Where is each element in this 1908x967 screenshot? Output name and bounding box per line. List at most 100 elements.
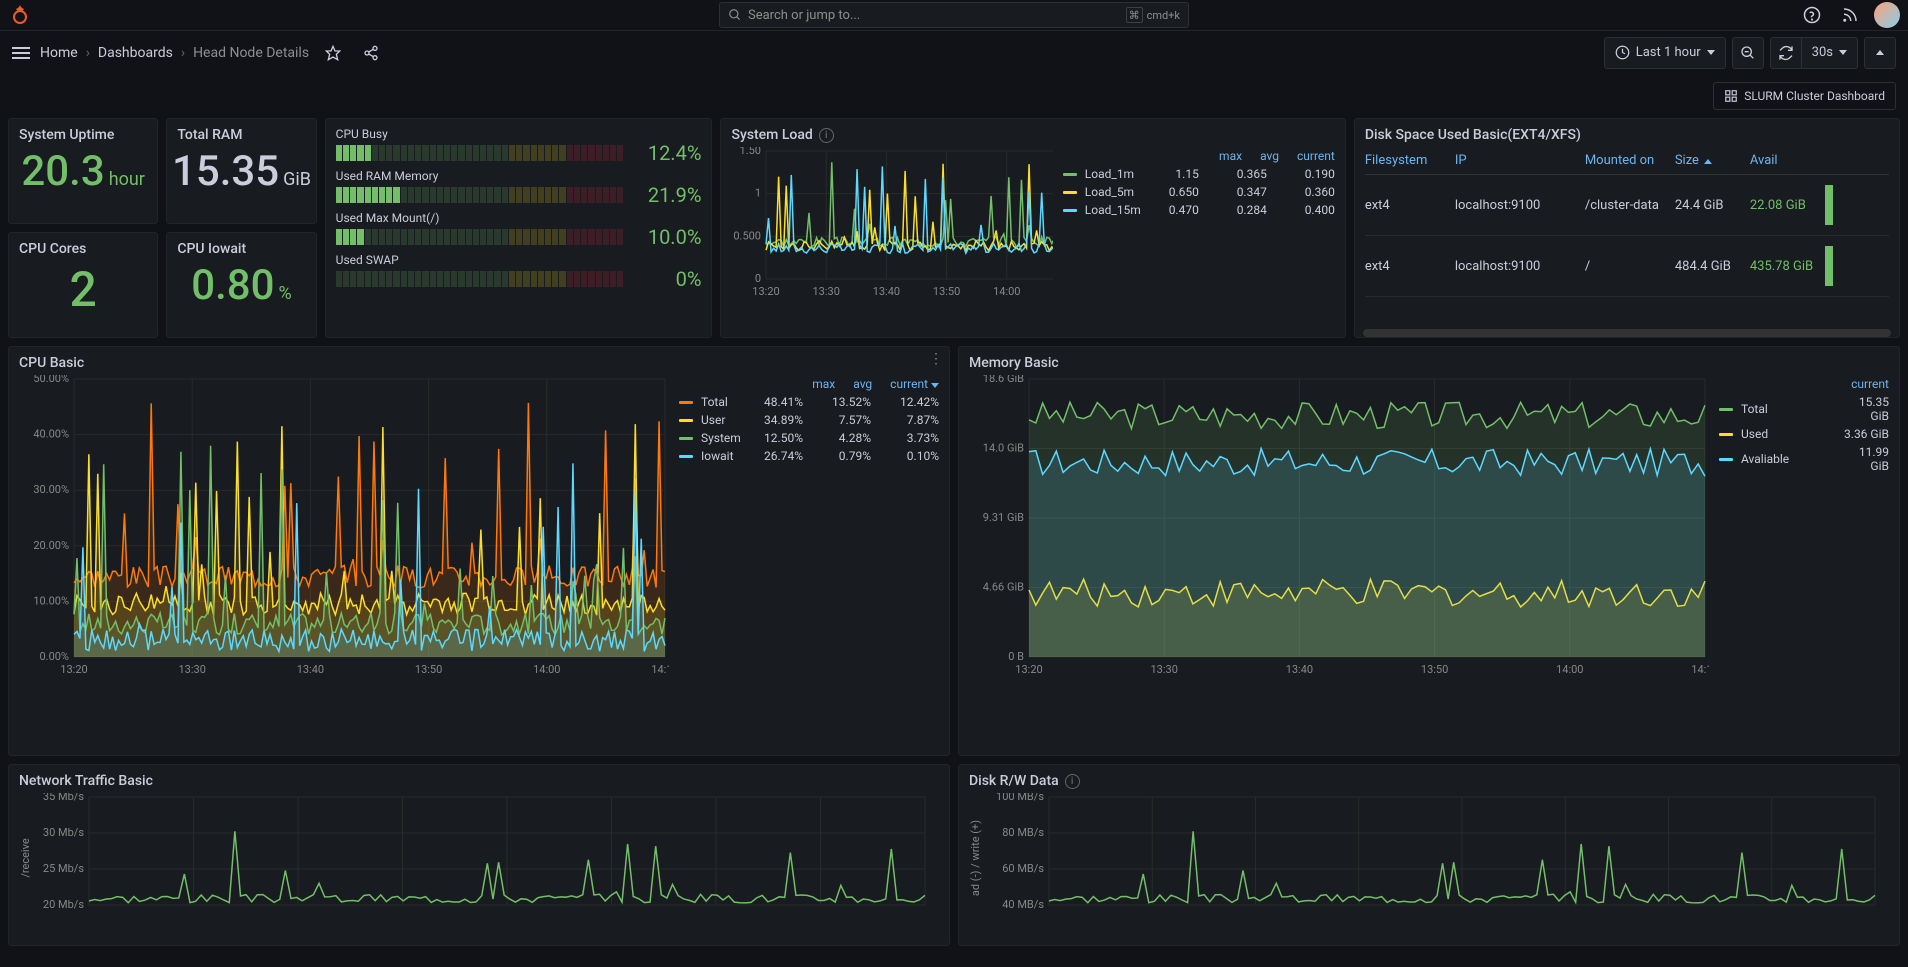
chevron-up-icon [1876, 50, 1884, 55]
cpu-basic-chart[interactable]: 50.00%40.00%30.00%20.00%10.00%0.00%13:20… [19, 375, 669, 675]
star-icon[interactable] [319, 39, 347, 67]
svg-text:13:50: 13:50 [415, 663, 442, 675]
share-icon[interactable] [357, 39, 385, 67]
dashboard-link[interactable]: SLURM Cluster Dashboard [1713, 82, 1896, 110]
svg-text:13:40: 13:40 [873, 285, 900, 297]
info-icon[interactable]: i [1065, 774, 1080, 789]
panel-title: Disk Space Used Basic(EXT4/XFS) [1365, 127, 1889, 143]
memory-basic-chart[interactable]: 18.6 GiB14.0 GiB9.31 GiB4.66 GiB0 B13:20… [969, 375, 1709, 675]
panel-memory-basic: Memory Basic 18.6 GiB14.0 GiB9.31 GiB4.6… [958, 346, 1900, 756]
user-avatar[interactable] [1874, 2, 1900, 28]
stat-unit: GiB [283, 169, 311, 190]
zoom-out-button[interactable] [1732, 37, 1764, 69]
svg-text:1.50: 1.50 [740, 147, 761, 157]
table-header[interactable]: Mounted on [1585, 153, 1675, 168]
grafana-logo-icon[interactable] [8, 3, 32, 27]
disk-rw-chart[interactable]: 100 MB/s80 MB/s60 MB/s40 MB/sad (-) / wr… [969, 793, 1879, 923]
info-icon[interactable]: i [819, 128, 834, 143]
panel-total-ram: Total RAM 15.35GiB [166, 118, 316, 224]
svg-text:35 Mb/s: 35 Mb/s [43, 793, 84, 803]
svg-text:13:30: 13:30 [1150, 663, 1177, 675]
refresh-interval-picker[interactable]: 30s [1802, 37, 1858, 69]
breadcrumb-dashboards[interactable]: Dashboards [98, 45, 173, 61]
svg-text:14:10: 14:10 [1691, 663, 1709, 675]
legend-col[interactable]: current [1851, 377, 1889, 391]
svg-text:ad (-) / write (+): ad (-) / write (+) [969, 820, 982, 896]
legend-item[interactable]: Total15.35 GiB [1719, 393, 1889, 425]
legend-item[interactable]: Used3.36 GiB [1719, 425, 1889, 443]
refresh-interval-label: 30s [1812, 45, 1833, 60]
table-header[interactable]: Size [1675, 153, 1750, 168]
gauge-value: 0% [631, 267, 701, 291]
gauge-ram-used: Used RAM Memory 21.9% [336, 169, 702, 207]
chevron-right-icon: › [86, 45, 90, 61]
svg-text:30.00%: 30.00% [33, 483, 69, 496]
svg-text:14:00: 14:00 [994, 285, 1021, 297]
menu-toggle-icon[interactable] [12, 47, 30, 59]
gauge-label: Used SWAP [336, 253, 702, 267]
svg-text:50.00%: 50.00% [33, 375, 69, 385]
legend-col[interactable]: max [812, 377, 835, 391]
gauge-label: Used RAM Memory [336, 169, 702, 183]
rss-icon[interactable] [1836, 1, 1864, 29]
gauge-swap: Used SWAP 0% [336, 253, 702, 291]
svg-text:13:20: 13:20 [1015, 663, 1042, 675]
time-range-picker[interactable]: Last 1 hour [1604, 37, 1726, 69]
panel-title: Total RAM [177, 127, 305, 143]
legend-item[interactable]: User34.89%7.57%7.87% [679, 411, 939, 429]
panel-menu-icon[interactable]: ⋮ [929, 351, 943, 367]
svg-text:60 MB/s: 60 MB/s [1002, 862, 1044, 875]
svg-text:13:20: 13:20 [753, 285, 780, 297]
refresh-button[interactable] [1770, 37, 1802, 69]
breadcrumb: Home › Dashboards › Head Node Details [40, 45, 309, 61]
breadcrumb-home[interactable]: Home [40, 45, 78, 61]
panel-title: System Uptime [19, 127, 147, 143]
panel-cpu-basic: ⋮ CPU Basic 50.00%40.00%30.00%20.00%10.0… [8, 346, 950, 756]
svg-text:9.31 GiB: 9.31 GiB [983, 511, 1024, 524]
table-header[interactable]: IP [1455, 153, 1585, 168]
gauge-label: Used Max Mount(/) [336, 211, 702, 225]
svg-text:0: 0 [755, 272, 761, 285]
stat-value: 0.80 [191, 261, 274, 310]
time-range-label: Last 1 hour [1636, 45, 1701, 60]
legend-item[interactable]: Iowait26.74%0.79%0.10% [679, 447, 939, 465]
stat-unit: hour [109, 169, 145, 190]
table-row[interactable]: ext4localhost:9100/cluster-data24.4 GiB2… [1365, 175, 1889, 236]
svg-text:30 Mb/s: 30 Mb/s [43, 826, 84, 839]
network-traffic-chart[interactable]: 35 Mb/s30 Mb/s25 Mb/s20 Mb/s/receive [19, 793, 929, 923]
panel-cpu-iowait: CPU Iowait 0.80% [166, 232, 316, 338]
collapse-button[interactable] [1864, 37, 1896, 69]
legend-item[interactable]: System12.50%4.28%3.73% [679, 429, 939, 447]
svg-text:14.0 GiB: 14.0 GiB [983, 442, 1024, 455]
stat-value: 15.35 [172, 147, 279, 196]
legend-col[interactable]: current [890, 377, 939, 391]
svg-text:13:50: 13:50 [933, 285, 960, 297]
legend-col[interactable]: current [1297, 149, 1335, 163]
svg-text:1: 1 [755, 187, 761, 200]
svg-text:0 B: 0 B [1008, 650, 1024, 663]
legend-col[interactable]: avg [853, 377, 872, 391]
panel-gauges: CPU Busy 12.4% Used RAM Memory 21.9% Use… [325, 118, 713, 338]
svg-text:/receive: /receive [19, 838, 32, 878]
legend-item[interactable]: Load_1m1.150.3650.190 [1063, 165, 1335, 183]
legend-item[interactable]: Load_15m0.4700.2840.400 [1063, 201, 1335, 219]
table-header[interactable]: Avail [1750, 153, 1825, 168]
panel-title: System Load [731, 127, 812, 143]
table-header[interactable]: Filesystem [1365, 153, 1455, 168]
panel-network-traffic: Network Traffic Basic 35 Mb/s30 Mb/s25 M… [8, 764, 950, 946]
global-search-input[interactable]: Search or jump to... ⌘ cmd+k [719, 2, 1189, 28]
legend-col[interactable]: max [1219, 149, 1242, 163]
table-row[interactable]: ext4localhost:9100/484.4 GiB435.78 GiB [1365, 236, 1889, 297]
legend-item[interactable]: Load_5m0.6500.3470.360 [1063, 183, 1335, 201]
scrollbar[interactable] [1363, 329, 1891, 337]
legend-item[interactable]: Avaliable11.99 GiB [1719, 443, 1889, 475]
legend-col[interactable]: avg [1260, 149, 1279, 163]
system-load-chart[interactable]: 1.5010.500013:2013:3013:4013:5014:0014:1… [731, 147, 1052, 297]
help-icon[interactable] [1798, 1, 1826, 29]
panel-title: Memory Basic [969, 355, 1889, 371]
svg-text:13:30: 13:30 [813, 285, 840, 297]
legend-item[interactable]: Total48.41%13.52%12.42% [679, 393, 939, 411]
panel-title: CPU Basic [19, 355, 939, 371]
panel-title: CPU Cores [19, 241, 147, 257]
svg-text:100 MB/s: 100 MB/s [996, 793, 1044, 803]
